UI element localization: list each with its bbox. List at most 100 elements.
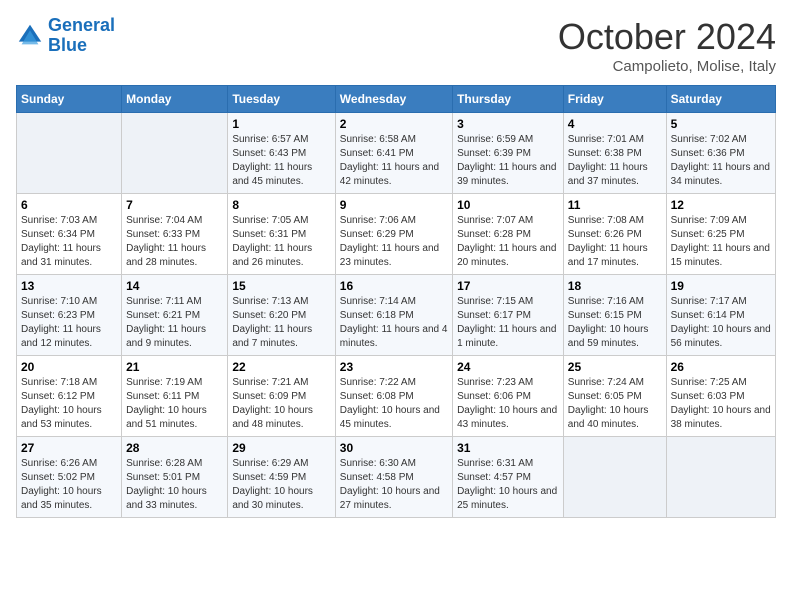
calendar-cell xyxy=(17,113,122,194)
weekday-header-tuesday: Tuesday xyxy=(228,86,335,113)
calendar-cell: 27Sunrise: 6:26 AM Sunset: 5:02 PM Dayli… xyxy=(17,437,122,518)
cell-content: Sunrise: 6:58 AM Sunset: 6:41 PM Dayligh… xyxy=(340,133,448,189)
weekday-header-saturday: Saturday xyxy=(666,86,775,113)
cell-content: Sunrise: 7:16 AM Sunset: 6:15 PM Dayligh… xyxy=(568,295,662,351)
calendar-cell: 4Sunrise: 7:01 AM Sunset: 6:38 PM Daylig… xyxy=(563,113,666,194)
calendar-cell xyxy=(666,437,775,518)
calendar-cell: 10Sunrise: 7:07 AM Sunset: 6:28 PM Dayli… xyxy=(453,194,564,275)
calendar-cell: 25 Sunrise: 7:24 AM Sunset: 6:05 PM Dayli… xyxy=(563,356,666,437)
weekday-header-friday: Friday xyxy=(563,86,666,113)
cell-content: Sunrise: 7:13 AM Sunset: 6:20 PM Dayligh… xyxy=(232,295,330,351)
cell-content: Sunrise: 7:10 AM Sunset: 6:23 PM Dayligh… xyxy=(21,295,117,351)
week-row-2: 6 Sunrise: 7:03 AM Sunset: 6:34 PM Daylig… xyxy=(17,194,776,275)
cell-content: Sunrise: 7:25 AM Sunset: 6:03 PM Dayligh… xyxy=(671,376,771,432)
title-block: October 2024 Campolieto, Molise, Italy xyxy=(558,16,776,75)
day-number: 22 xyxy=(232,360,330,374)
month-title: October 2024 xyxy=(558,16,776,58)
day-number: 9 xyxy=(340,198,448,212)
cell-content: Sunrise: 7:05 AM Sunset: 6:31 PM Dayligh… xyxy=(232,214,330,270)
day-number: 21 xyxy=(126,360,223,374)
day-number: 18 xyxy=(568,279,662,293)
calendar-cell: 17 Sunrise: 7:15 AM Sunset: 6:17 PM Dayli… xyxy=(453,275,564,356)
day-number: 3 xyxy=(457,117,559,131)
cell-content: Sunrise: 6:28 AM Sunset: 5:01 PM Dayligh… xyxy=(126,457,223,513)
day-number: 2 xyxy=(340,117,448,131)
day-number: 23 xyxy=(340,360,448,374)
weekday-header-row: SundayMondayTuesdayWednesdayThursdayFrid… xyxy=(17,86,776,113)
cell-content: Sunrise: 7:11 AM Sunset: 6:21 PM Dayligh… xyxy=(126,295,223,351)
logo-line1: General xyxy=(48,15,115,35)
calendar-cell: 29 Sunrise: 6:29 AM Sunset: 4:59 PM Dayli… xyxy=(228,437,335,518)
week-row-1: 1 Sunrise: 6:57 AM Sunset: 6:43 PM Daylig… xyxy=(17,113,776,194)
calendar-cell: 1 Sunrise: 6:57 AM Sunset: 6:43 PM Daylig… xyxy=(228,113,335,194)
logo-icon xyxy=(16,22,44,50)
location-subtitle: Campolieto, Molise, Italy xyxy=(558,58,776,75)
day-number: 10 xyxy=(457,198,559,212)
calendar-cell: 28 Sunrise: 6:28 AM Sunset: 5:01 PM Dayli… xyxy=(122,437,228,518)
week-row-4: 20 Sunrise: 7:18 AM Sunset: 6:12 PM Dayli… xyxy=(17,356,776,437)
day-number: 25 xyxy=(568,360,662,374)
calendar-cell: 24 Sunrise: 7:23 AM Sunset: 6:06 PM Dayli… xyxy=(453,356,564,437)
day-number: 8 xyxy=(232,198,330,212)
calendar-cell xyxy=(122,113,228,194)
calendar-cell: 30Sunrise: 6:30 AM Sunset: 4:58 PM Dayli… xyxy=(335,437,452,518)
calendar-table: SundayMondayTuesdayWednesdayThursdayFrid… xyxy=(16,85,776,518)
day-number: 20 xyxy=(21,360,117,374)
cell-content: Sunrise: 7:08 AM Sunset: 6:26 PM Dayligh… xyxy=(568,214,662,270)
weekday-header-thursday: Thursday xyxy=(453,86,564,113)
calendar-cell: 2 Sunrise: 6:58 AM Sunset: 6:41 PM Daylig… xyxy=(335,113,452,194)
calendar-cell: 23 Sunrise: 7:22 AM Sunset: 6:08 PM Dayli… xyxy=(335,356,452,437)
calendar-cell: 12Sunrise: 7:09 AM Sunset: 6:25 PM Dayli… xyxy=(666,194,775,275)
cell-content: Sunrise: 6:59 AM Sunset: 6:39 PM Dayligh… xyxy=(457,133,559,189)
cell-content: Sunrise: 6:57 AM Sunset: 6:43 PM Dayligh… xyxy=(232,133,330,189)
calendar-cell: 14 Sunrise: 7:11 AM Sunset: 6:21 PM Dayli… xyxy=(122,275,228,356)
cell-content: Sunrise: 7:04 AM Sunset: 6:33 PM Dayligh… xyxy=(126,214,223,270)
day-number: 14 xyxy=(126,279,223,293)
cell-content: Sunrise: 7:21 AM Sunset: 6:09 PM Dayligh… xyxy=(232,376,330,432)
cell-content: Sunrise: 7:14 AM Sunset: 6:18 PM Dayligh… xyxy=(340,295,448,351)
calendar-cell: 20 Sunrise: 7:18 AM Sunset: 6:12 PM Dayli… xyxy=(17,356,122,437)
cell-content: Sunrise: 6:29 AM Sunset: 4:59 PM Dayligh… xyxy=(232,457,330,513)
day-number: 31 xyxy=(457,441,559,455)
cell-content: Sunrise: 7:15 AM Sunset: 6:17 PM Dayligh… xyxy=(457,295,559,351)
day-number: 27 xyxy=(21,441,117,455)
calendar-cell: 15Sunrise: 7:13 AM Sunset: 6:20 PM Dayli… xyxy=(228,275,335,356)
calendar-cell: 11Sunrise: 7:08 AM Sunset: 6:26 PM Dayli… xyxy=(563,194,666,275)
calendar-cell xyxy=(563,437,666,518)
day-number: 19 xyxy=(671,279,771,293)
calendar-cell: 13 Sunrise: 7:10 AM Sunset: 6:23 PM Dayli… xyxy=(17,275,122,356)
calendar-cell: 5Sunrise: 7:02 AM Sunset: 6:36 PM Daylig… xyxy=(666,113,775,194)
calendar-cell: 8 Sunrise: 7:05 AM Sunset: 6:31 PM Daylig… xyxy=(228,194,335,275)
day-number: 13 xyxy=(21,279,117,293)
cell-content: Sunrise: 7:19 AM Sunset: 6:11 PM Dayligh… xyxy=(126,376,223,432)
day-number: 28 xyxy=(126,441,223,455)
cell-content: Sunrise: 7:23 AM Sunset: 6:06 PM Dayligh… xyxy=(457,376,559,432)
cell-content: Sunrise: 6:31 AM Sunset: 4:57 PM Dayligh… xyxy=(457,457,559,513)
cell-content: Sunrise: 7:22 AM Sunset: 6:08 PM Dayligh… xyxy=(340,376,448,432)
day-number: 26 xyxy=(671,360,771,374)
page-header: General Blue October 2024 Campolieto, Mo… xyxy=(16,16,776,75)
day-number: 5 xyxy=(671,117,771,131)
day-number: 7 xyxy=(126,198,223,212)
day-number: 30 xyxy=(340,441,448,455)
day-number: 17 xyxy=(457,279,559,293)
calendar-cell: 18 Sunrise: 7:16 AM Sunset: 6:15 PM Dayli… xyxy=(563,275,666,356)
week-row-3: 13 Sunrise: 7:10 AM Sunset: 6:23 PM Dayli… xyxy=(17,275,776,356)
day-number: 24 xyxy=(457,360,559,374)
cell-content: Sunrise: 7:24 AM Sunset: 6:05 PM Dayligh… xyxy=(568,376,662,432)
day-number: 1 xyxy=(232,117,330,131)
day-number: 29 xyxy=(232,441,330,455)
calendar-cell: 21 Sunrise: 7:19 AM Sunset: 6:11 PM Dayli… xyxy=(122,356,228,437)
calendar-cell: 16Sunrise: 7:14 AM Sunset: 6:18 PM Dayli… xyxy=(335,275,452,356)
logo-text: General Blue xyxy=(48,16,115,56)
calendar-cell: 22 Sunrise: 7:21 AM Sunset: 6:09 PM Dayli… xyxy=(228,356,335,437)
day-number: 6 xyxy=(21,198,117,212)
calendar-cell: 26 Sunrise: 7:25 AM Sunset: 6:03 PM Dayli… xyxy=(666,356,775,437)
cell-content: Sunrise: 7:03 AM Sunset: 6:34 PM Dayligh… xyxy=(21,214,117,270)
cell-content: Sunrise: 7:18 AM Sunset: 6:12 PM Dayligh… xyxy=(21,376,117,432)
cell-content: Sunrise: 7:17 AM Sunset: 6:14 PM Dayligh… xyxy=(671,295,771,351)
logo-line2: Blue xyxy=(48,35,87,55)
calendar-cell: 9Sunrise: 7:06 AM Sunset: 6:29 PM Daylig… xyxy=(335,194,452,275)
calendar-cell: 31 Sunrise: 6:31 AM Sunset: 4:57 PM Dayli… xyxy=(453,437,564,518)
weekday-header-wednesday: Wednesday xyxy=(335,86,452,113)
